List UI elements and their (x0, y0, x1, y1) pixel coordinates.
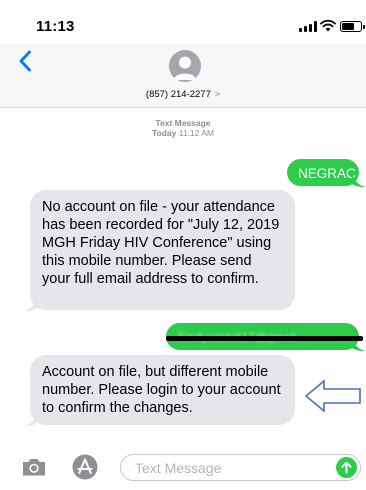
chevron-left-icon[interactable] (18, 50, 32, 72)
contact-chevron-icon: > (214, 89, 221, 100)
contact-avatar-icon[interactable] (169, 50, 201, 82)
outgoing-message-bubble[interactable]: NEGRAC (287, 159, 359, 186)
thread-timestamp: Text Message Today 11:12 AM (0, 118, 366, 138)
thread-time: 11:12 AM (178, 128, 215, 138)
message-input[interactable]: Text Message (120, 454, 361, 481)
bubble-tail (352, 174, 365, 187)
incoming-message-bubble[interactable]: No account on file - your attendance has… (30, 190, 295, 310)
bubble-tail (24, 413, 37, 426)
message-text: NEGRAC (298, 166, 356, 181)
message-text: Account on file, but different mobile nu… (42, 364, 281, 416)
redaction-bar (166, 336, 363, 341)
thread-label: Text Message (155, 118, 211, 128)
battery-icon (340, 21, 365, 32)
message-text: No account on file - your attendance has… (42, 199, 280, 287)
signal-icon (299, 21, 317, 32)
bubble-tail (24, 298, 37, 311)
annotation-arrow-icon (304, 379, 361, 413)
incoming-message-bubble[interactable]: Account on file, but different mobile nu… (30, 355, 295, 425)
contact-number: (857) 214-2277 (145, 89, 211, 100)
app-store-icon[interactable] (72, 454, 98, 480)
camera-icon[interactable] (21, 457, 47, 477)
conversation-header: (857) 214-2277 > (0, 44, 366, 108)
message-placeholder: Text Message (135, 460, 222, 476)
wifi-icon (320, 19, 336, 32)
message-input-bar: Text Message (0, 446, 366, 490)
send-arrow-icon[interactable] (336, 457, 357, 478)
status-time: 11:13 (36, 18, 75, 35)
contact-name[interactable]: (857) 214-2277 > (0, 89, 366, 100)
status-bar: 11:13 (0, 0, 366, 44)
thread-day: Today (151, 128, 177, 138)
